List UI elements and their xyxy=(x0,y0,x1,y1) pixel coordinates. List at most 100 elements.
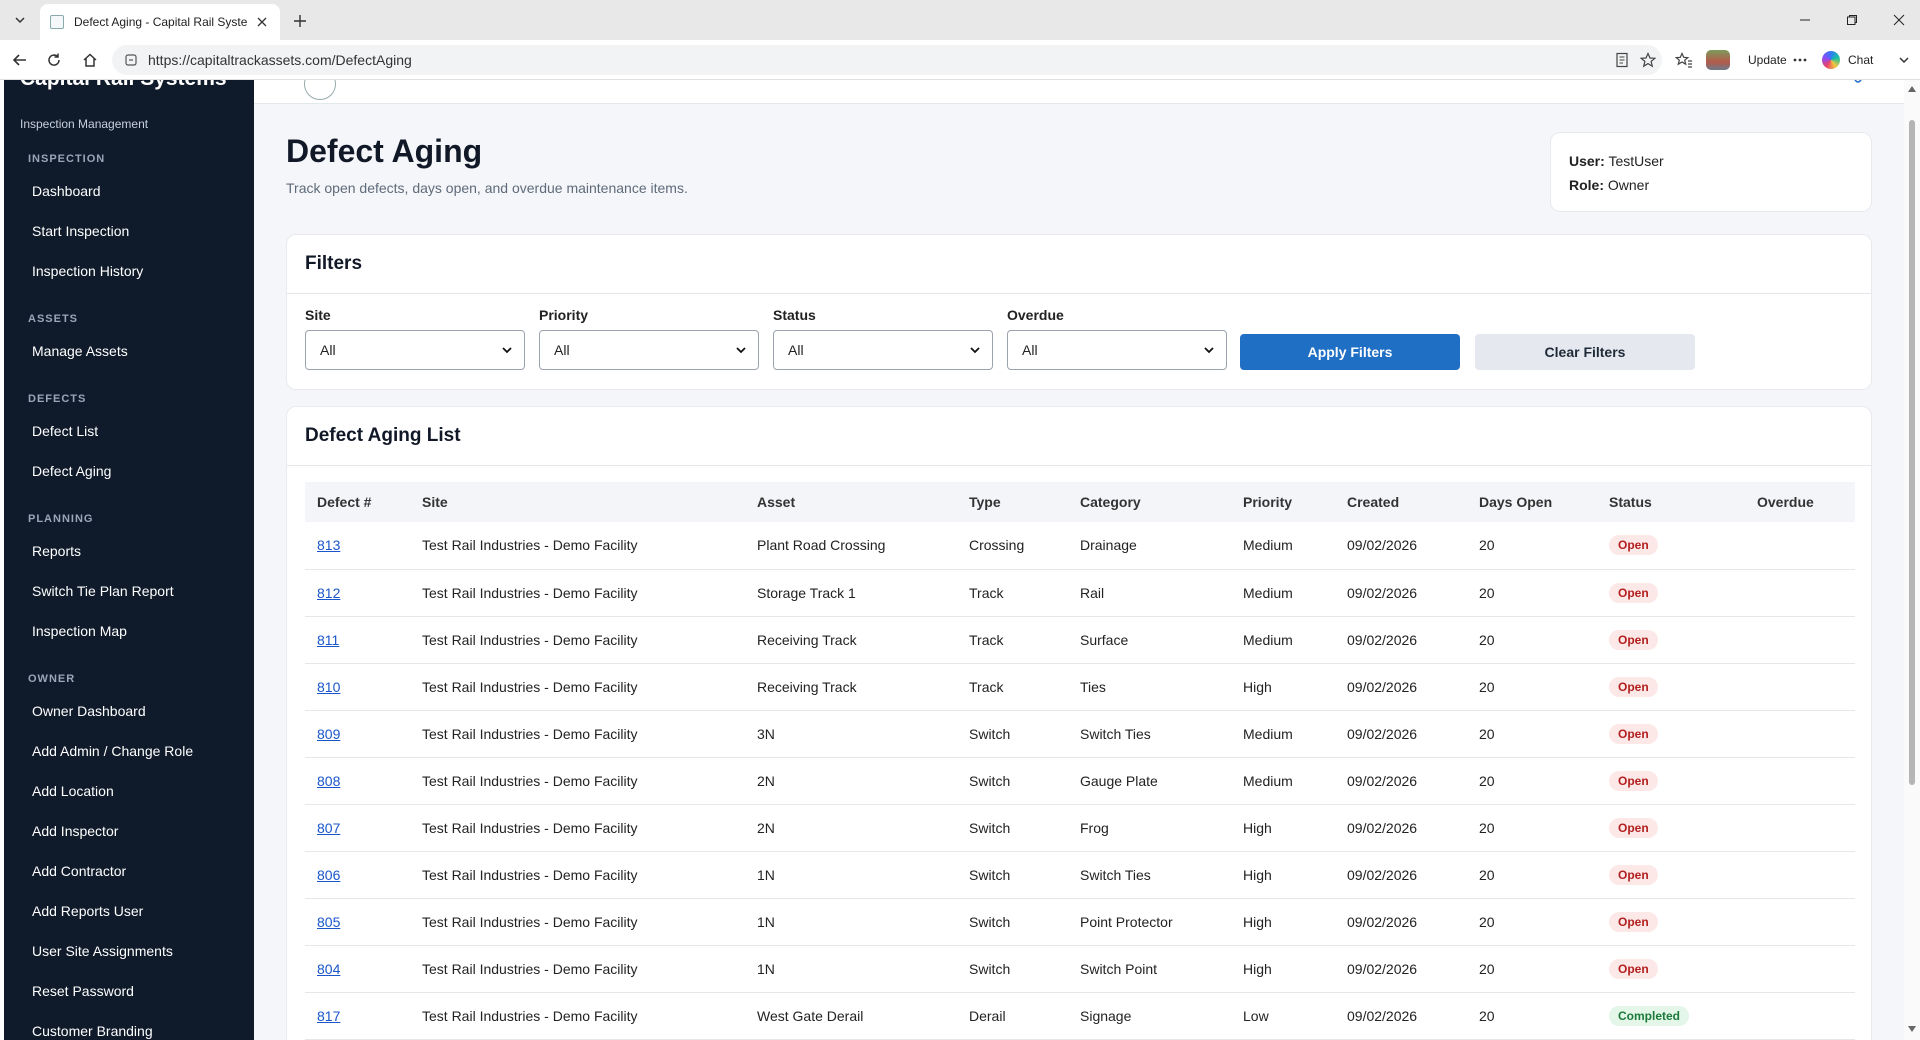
sidebar-item-reports[interactable]: Reports xyxy=(32,543,81,559)
site-filter-select[interactable]: All xyxy=(305,330,525,370)
table-row[interactable]: 807 Test Rail Industries - Demo Facility 2… xyxy=(305,804,1855,852)
star-icon[interactable] xyxy=(1636,45,1660,75)
table-row[interactable]: 809 Test Rail Industries - Demo Facility 3… xyxy=(305,710,1855,758)
sidebar-item-defect-list[interactable]: Defect List xyxy=(32,423,98,439)
table-row[interactable]: 811 Test Rail Industries - Demo Facility R… xyxy=(305,616,1855,664)
new-tab-plus-icon[interactable] xyxy=(288,10,312,32)
table-row[interactable]: 804 Test Rail Industries - Demo Facility 1… xyxy=(305,945,1855,993)
defect-number-link[interactable]: 813 xyxy=(317,537,340,553)
address-bar[interactable]: https://capitaltrackassets.com/DefectAgi… xyxy=(112,45,1662,75)
page-scrollbar[interactable] xyxy=(1904,80,1920,1040)
back-arrow-icon[interactable] xyxy=(8,48,32,72)
minimize-window-icon[interactable] xyxy=(1790,8,1820,32)
sidebar-item-manage-assets[interactable]: Manage Assets xyxy=(32,343,128,359)
cell-days-open: 20 xyxy=(1467,898,1597,946)
cell-priority: High xyxy=(1231,851,1335,899)
cell-priority: Low xyxy=(1231,992,1335,1040)
browser-tab-active[interactable]: Defect Aging - Capital Rail Systems xyxy=(40,4,280,40)
column-header-created[interactable]: Created xyxy=(1335,482,1467,522)
copilot-chat-button[interactable]: Chat xyxy=(1822,48,1873,72)
sidebar-item-dashboard[interactable]: Dashboard xyxy=(32,183,101,199)
priority-filter-select[interactable]: All xyxy=(539,330,759,370)
tab-close-icon[interactable] xyxy=(254,14,270,30)
column-header-category[interactable]: Category xyxy=(1068,482,1231,522)
defect-number-link[interactable]: 804 xyxy=(317,961,340,977)
cell-created: 09/02/2026 xyxy=(1335,616,1467,664)
status-filter-select[interactable]: All xyxy=(773,330,993,370)
sidebar-item-user-site-assignments[interactable]: User Site Assignments xyxy=(32,943,173,959)
clear-filters-button[interactable]: Clear Filters xyxy=(1475,334,1695,370)
column-header-days-open[interactable]: Days Open xyxy=(1467,482,1597,522)
close-window-icon[interactable] xyxy=(1884,8,1914,32)
sidebar-chevron-down-icon[interactable] xyxy=(1892,48,1916,72)
defect-number-link[interactable]: 808 xyxy=(317,773,340,789)
defect-number-link[interactable]: 812 xyxy=(317,585,340,601)
column-header-type[interactable]: Type xyxy=(957,482,1068,522)
cell-site: Test Rail Industries - Demo Facility xyxy=(410,851,745,899)
scroll-up-arrow-icon[interactable] xyxy=(1907,84,1917,94)
update-button[interactable]: Update xyxy=(1742,48,1813,72)
sidebar-item-inspection-history[interactable]: Inspection History xyxy=(32,263,143,279)
cell-created: 09/02/2026 xyxy=(1335,522,1467,570)
table-row[interactable]: 805 Test Rail Industries - Demo Facility 1… xyxy=(305,898,1855,946)
cell-priority: High xyxy=(1231,945,1335,993)
column-header-asset[interactable]: Asset xyxy=(745,482,957,522)
table-row[interactable]: 813 Test Rail Industries - Demo Facility P… xyxy=(305,522,1855,570)
reader-mode-icon[interactable] xyxy=(1610,45,1634,75)
table-row[interactable]: 812 Test Rail Industries - Demo Facility S… xyxy=(305,569,1855,617)
defect-number-link[interactable]: 805 xyxy=(317,914,340,930)
cell-priority: High xyxy=(1231,663,1335,711)
account-icon[interactable] xyxy=(1852,80,1864,88)
sidebar-item-inspection-map[interactable]: Inspection Map xyxy=(32,623,127,639)
cell-created: 09/02/2026 xyxy=(1335,992,1467,1040)
favorites-icon[interactable] xyxy=(1672,48,1696,72)
apply-filters-button[interactable]: Apply Filters xyxy=(1240,334,1460,370)
sidebar-item-add-inspector[interactable]: Add Inspector xyxy=(32,823,118,839)
home-icon[interactable] xyxy=(78,48,102,72)
overdue-filter-select[interactable]: All xyxy=(1007,330,1227,370)
column-header-overdue[interactable]: Overdue xyxy=(1745,482,1855,522)
defect-number-link[interactable]: 809 xyxy=(317,726,340,742)
site-info-icon[interactable] xyxy=(124,53,138,67)
cell-created: 09/02/2026 xyxy=(1335,757,1467,805)
column-header-defect-number[interactable]: Defect # xyxy=(305,482,410,522)
profile-avatar[interactable] xyxy=(1706,50,1730,70)
scroll-down-arrow-icon[interactable] xyxy=(1907,1024,1917,1034)
sidebar-item-add-contractor[interactable]: Add Contractor xyxy=(32,863,126,879)
nav-section-owner: OWNER xyxy=(28,673,76,685)
defect-number-link[interactable]: 810 xyxy=(317,679,340,695)
sidebar-item-switch-tie-plan-report[interactable]: Switch Tie Plan Report xyxy=(32,583,174,599)
defect-number-link[interactable]: 817 xyxy=(317,1008,340,1024)
defect-list-title: Defect Aging List xyxy=(305,425,461,446)
table-row[interactable]: 810 Test Rail Industries - Demo Facility R… xyxy=(305,663,1855,711)
cell-type: Switch xyxy=(957,757,1068,805)
restore-window-icon[interactable] xyxy=(1837,8,1867,32)
sidebar-item-customer-branding[interactable]: Customer Branding xyxy=(32,1023,153,1039)
sidebar-item-defect-aging[interactable]: Defect Aging xyxy=(32,463,111,479)
cell-category: Rail xyxy=(1068,569,1231,617)
tab-list-chevron-icon[interactable] xyxy=(8,9,32,31)
scrollbar-thumb[interactable] xyxy=(1909,120,1915,785)
cell-asset: 1N xyxy=(745,898,957,946)
cell-asset: 2N xyxy=(745,804,957,852)
column-header-site[interactable]: Site xyxy=(410,482,745,522)
table-row[interactable]: 806 Test Rail Industries - Demo Facility 1… xyxy=(305,851,1855,899)
sidebar-item-add-admin-change-role[interactable]: Add Admin / Change Role xyxy=(32,743,193,759)
column-header-status[interactable]: Status xyxy=(1597,482,1745,522)
more-options-icon[interactable] xyxy=(1793,58,1807,62)
sidebar-item-add-location[interactable]: Add Location xyxy=(32,783,114,799)
cell-id: 810 xyxy=(305,663,410,711)
defect-number-link[interactable]: 807 xyxy=(317,820,340,836)
refresh-icon[interactable] xyxy=(42,48,66,72)
table-row[interactable]: 808 Test Rail Industries - Demo Facility 2… xyxy=(305,757,1855,805)
cell-status: Open xyxy=(1597,522,1745,570)
sidebar-item-add-reports-user[interactable]: Add Reports User xyxy=(32,903,143,919)
overdue-filter-label: Overdue xyxy=(1007,307,1064,323)
column-header-priority[interactable]: Priority xyxy=(1231,482,1335,522)
defect-number-link[interactable]: 811 xyxy=(317,632,339,648)
table-row[interactable]: 817 Test Rail Industries - Demo Facility W… xyxy=(305,992,1855,1040)
defect-number-link[interactable]: 806 xyxy=(317,867,340,883)
sidebar-item-start-inspection[interactable]: Start Inspection xyxy=(32,223,129,239)
sidebar-item-reset-password[interactable]: Reset Password xyxy=(32,983,134,999)
sidebar-item-owner-dashboard[interactable]: Owner Dashboard xyxy=(32,703,146,719)
